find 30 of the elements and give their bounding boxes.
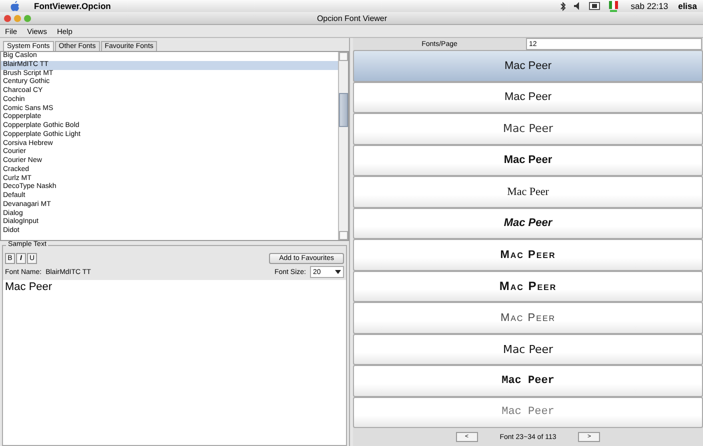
- font-sample-button[interactable]: Mac Peer: [353, 50, 703, 82]
- user-name[interactable]: elisa: [678, 1, 697, 11]
- bluetooth-icon[interactable]: [560, 2, 566, 10]
- scroll-down-icon[interactable]: [339, 231, 348, 240]
- speaker-icon[interactable]: [574, 2, 581, 10]
- font-sample-button[interactable]: Mac Peer: [353, 396, 703, 428]
- font-sample-button[interactable]: Mac Peer: [353, 365, 703, 396]
- app-name[interactable]: FontViewer.Opcion: [34, 1, 111, 11]
- zoom-button[interactable]: [24, 14, 31, 22]
- scroll-up-icon[interactable]: [339, 52, 348, 61]
- minimize-button[interactable]: [14, 14, 21, 22]
- apple-logo-icon[interactable]: [10, 0, 20, 12]
- scroll-thumb[interactable]: [339, 93, 348, 127]
- font-sample-button[interactable]: Mac Peer: [353, 334, 703, 365]
- close-button[interactable]: [4, 14, 11, 22]
- clock-text[interactable]: sab 22:13: [630, 1, 668, 11]
- font-sample-button[interactable]: Mac Peer: [353, 270, 703, 302]
- font-sample-button[interactable]: Mac Peer: [353, 144, 703, 176]
- window-title: Opcion Font Viewer: [316, 14, 388, 22]
- font-sample-button[interactable]: Mac Peer: [353, 176, 703, 208]
- vertical-scrollbar[interactable]: [338, 52, 348, 240]
- flag-icon[interactable]: [608, 0, 619, 12]
- font-list[interactable]: [0, 51, 349, 241]
- battery-icon[interactable]: [588, 2, 601, 10]
- font-sample-button[interactable]: Mac Peer: [353, 208, 703, 239]
- font-sample-button[interactable]: Mac Peer: [353, 239, 703, 270]
- font-sample-button[interactable]: Mac Peer: [353, 82, 703, 113]
- font-sample-button[interactable]: Mac Peer: [353, 113, 703, 144]
- sample-text-area[interactable]: Mac Peer: [3, 280, 346, 445]
- font-sample-button[interactable]: Mac Peer: [353, 302, 703, 334]
